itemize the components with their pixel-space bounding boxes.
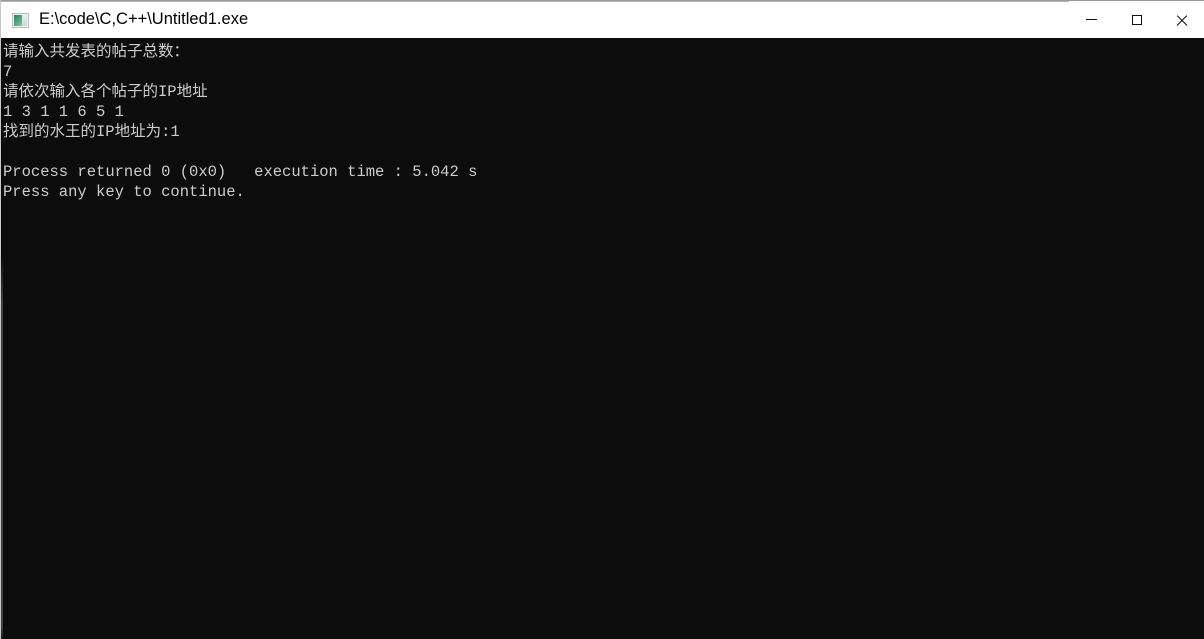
title-bar-top-border	[1, 1, 1204, 2]
maximize-icon	[1131, 14, 1142, 25]
window-title: E:\code\C,C++\Untitled1.exe	[39, 10, 249, 28]
minimize-icon	[1086, 19, 1097, 20]
window-controls	[1069, 1, 1204, 38]
console-app-icon	[12, 12, 29, 28]
console-window: E:\code\C,C++\Untitled1.exe 请输入共发表的帖子总数：…	[0, 0, 1204, 639]
console-output-area[interactable]: 请输入共发表的帖子总数： 7 请依次输入各个帖子的IP地址 1 3 1 1 6 …	[1, 38, 1204, 639]
close-icon	[1175, 13, 1189, 27]
console-line-input-ip-list: 1 3 1 1 6 5 1	[3, 103, 124, 121]
title-bar[interactable]: E:\code\C,C++\Untitled1.exe	[1, 1, 1204, 38]
maximize-button[interactable]	[1114, 1, 1159, 38]
console-line-press-any-key: Press any key to continue.	[3, 183, 245, 201]
console-line-result: 找到的水王的IP地址为:1	[3, 123, 180, 141]
console-line-prompt-ip-list: 请依次输入各个帖子的IP地址	[3, 83, 208, 101]
title-bar-left-group: E:\code\C,C++\Untitled1.exe	[1, 1, 1069, 38]
console-line-process-returned: Process returned 0 (0x0) execution time …	[3, 163, 478, 181]
minimize-button[interactable]	[1069, 1, 1114, 38]
close-button[interactable]	[1159, 1, 1204, 38]
console-text-block: 请输入共发表的帖子总数： 7 请依次输入各个帖子的IP地址 1 3 1 1 6 …	[1, 38, 1204, 202]
console-line-input-total-posts: 7	[3, 63, 13, 81]
console-line-prompt-total-posts: 请输入共发表的帖子总数：	[3, 43, 190, 61]
